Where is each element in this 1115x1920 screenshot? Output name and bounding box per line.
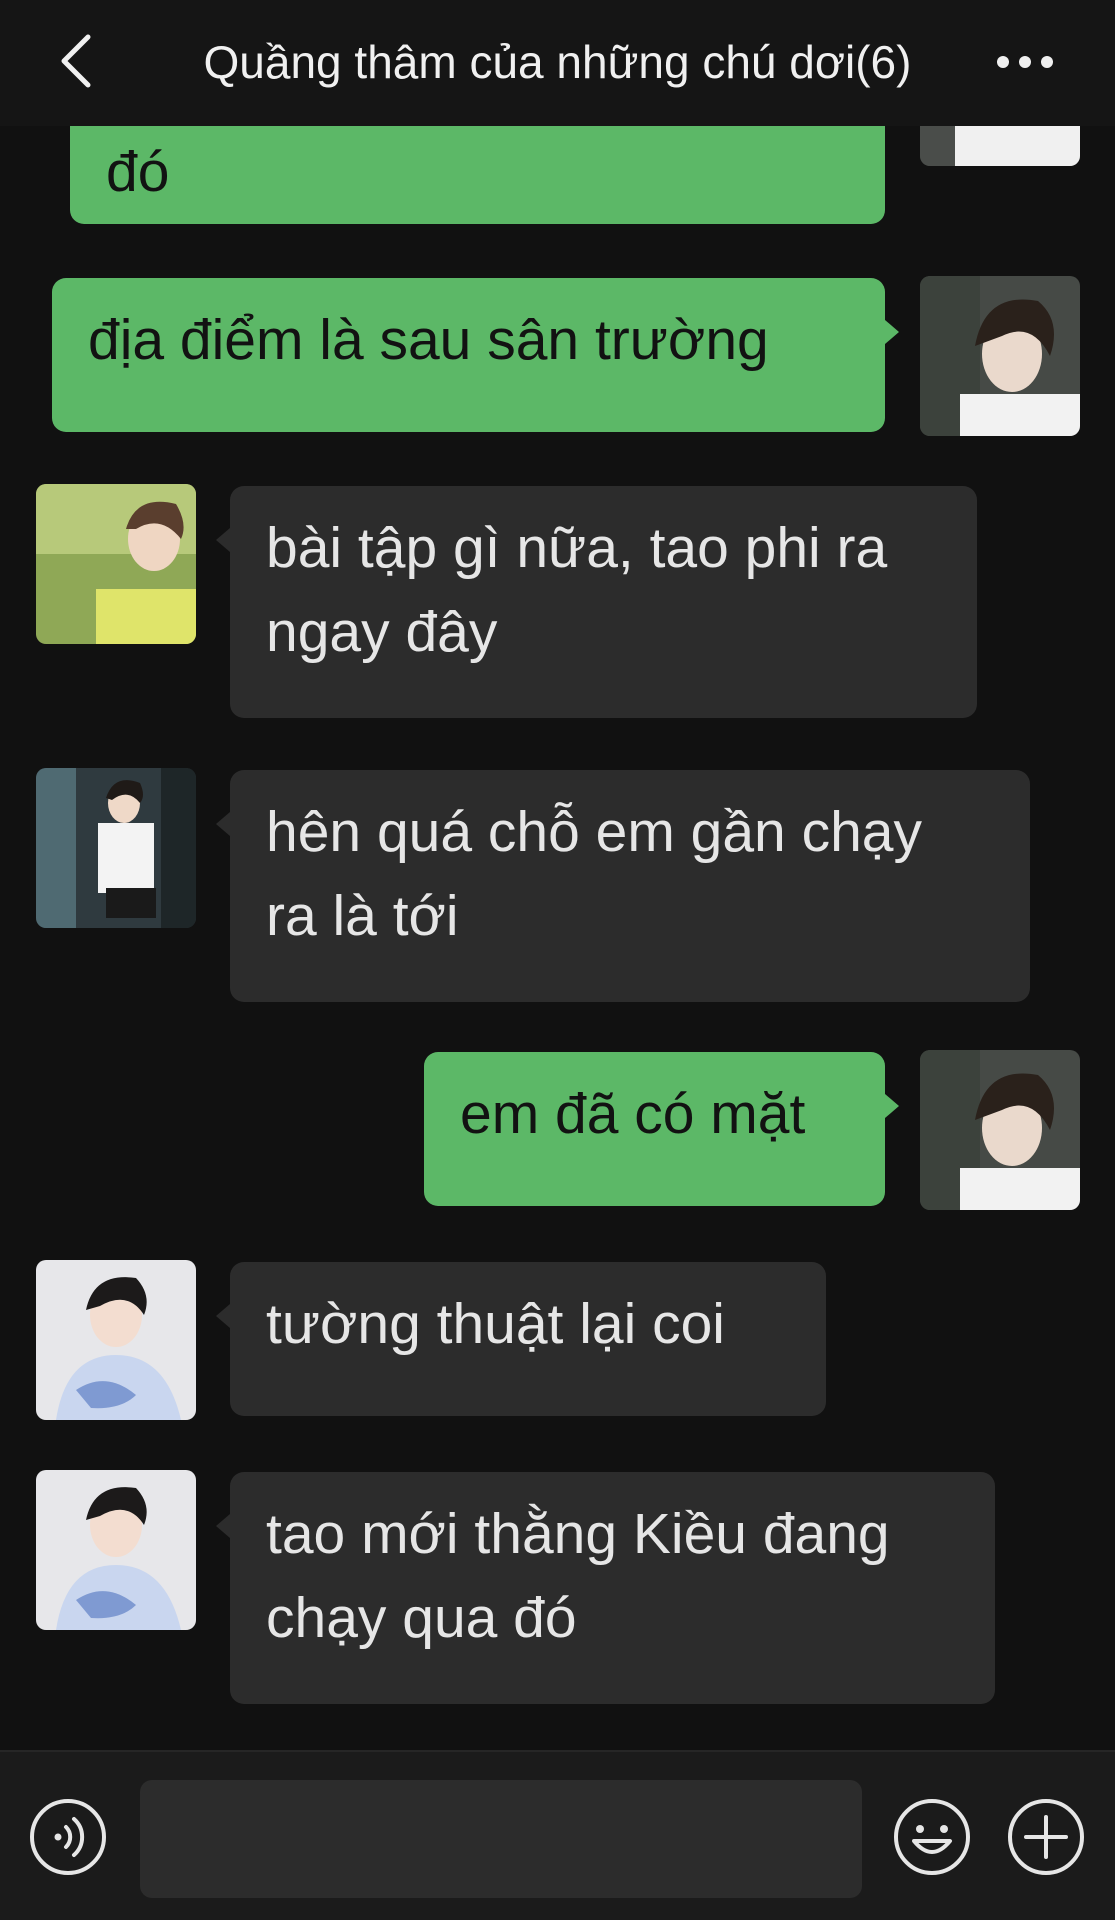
message-bubble[interactable]: tường thuật lại coi xyxy=(230,1262,826,1416)
message-other: bài tập gì nữa, tao phi ra ngay đây xyxy=(0,484,1115,719)
message-other: tường thuật lại coi xyxy=(0,1260,1115,1420)
message-text-line: ra là tới xyxy=(266,884,459,948)
message-text-line: tường thuật lại coi xyxy=(266,1292,725,1356)
bubble-tail xyxy=(216,1514,230,1538)
avatar[interactable] xyxy=(36,484,196,644)
input-bar xyxy=(0,1750,1115,1920)
message-self: địa điểm là sau sân trường xyxy=(0,276,1115,436)
message-self: em đã có mặt xyxy=(0,1050,1115,1210)
plus-icon xyxy=(1008,1799,1084,1875)
message-list[interactable]: đó địa điểm là sau sân trường bài tập gì… xyxy=(0,126,1115,1750)
message-text-line: ngay đây xyxy=(266,600,498,664)
avatar[interactable] xyxy=(36,768,196,928)
message-text-line: bài tập gì nữa, tao phi ra xyxy=(266,516,888,580)
message-bubble[interactable]: tao mới thằng Kiều đang chạy qua đó xyxy=(230,1472,995,1704)
message-bubble[interactable]: đó xyxy=(70,126,885,224)
voice-icon xyxy=(30,1799,106,1875)
avatar[interactable] xyxy=(36,1470,196,1630)
bubble-tail xyxy=(885,1094,899,1118)
avatar-self-image xyxy=(920,126,1080,166)
message-text-line: tao mới thằng Kiều đang xyxy=(266,1502,890,1566)
avatar-self-image xyxy=(920,1050,1080,1210)
message-text-line: địa điểm là sau sân trường xyxy=(88,308,769,372)
avatar-self-image xyxy=(920,276,1080,436)
message-input[interactable] xyxy=(140,1780,862,1898)
chat-title: Quầng thâm của những chú dơi(6) xyxy=(203,36,912,88)
avatar[interactable] xyxy=(920,126,1080,166)
avatar-member-3-image xyxy=(36,1470,196,1630)
avatar-member-1-image xyxy=(36,484,196,644)
emoji-button[interactable] xyxy=(892,1797,972,1877)
chat-screen: Quầng thâm của những chú dơi(6) đó địa đ… xyxy=(0,0,1115,1920)
avatar-member-2-image xyxy=(36,768,196,928)
bubble-tail xyxy=(216,1304,230,1328)
bubble-tail xyxy=(216,812,230,836)
avatar[interactable] xyxy=(920,1050,1080,1210)
chevron-left-icon xyxy=(61,34,91,88)
bubble-tail xyxy=(885,320,899,344)
avatar[interactable] xyxy=(36,1260,196,1420)
bubble-tail xyxy=(216,528,230,552)
more-dots-icon xyxy=(997,56,1053,68)
message-text-line: hên quá chỗ em gần chạy xyxy=(266,800,922,864)
message-bubble[interactable]: bài tập gì nữa, tao phi ra ngay đây xyxy=(230,486,977,718)
avatar[interactable] xyxy=(920,276,1080,436)
avatar-member-3-image xyxy=(36,1260,196,1420)
message-bubble[interactable]: địa điểm là sau sân trường xyxy=(52,278,885,432)
voice-button[interactable] xyxy=(28,1797,108,1877)
message-bubble[interactable]: em đã có mặt xyxy=(424,1052,885,1206)
message-text-line: chạy qua đó xyxy=(266,1586,577,1650)
plus-button[interactable] xyxy=(1006,1797,1086,1877)
emoji-icon xyxy=(894,1799,970,1875)
message-text-line: đó xyxy=(106,140,170,204)
back-button[interactable] xyxy=(44,26,108,96)
message-other: tao mới thằng Kiều đang chạy qua đó xyxy=(0,1470,1115,1705)
message-text-line: em đã có mặt xyxy=(460,1082,806,1146)
more-button[interactable] xyxy=(990,34,1060,90)
chat-header: Quầng thâm của những chú dơi(6) xyxy=(0,0,1115,126)
message-bubble[interactable]: hên quá chỗ em gần chạy ra là tới xyxy=(230,770,1030,1002)
message-other: hên quá chỗ em gần chạy ra là tới xyxy=(0,768,1115,1003)
message-self: đó xyxy=(0,126,1115,226)
